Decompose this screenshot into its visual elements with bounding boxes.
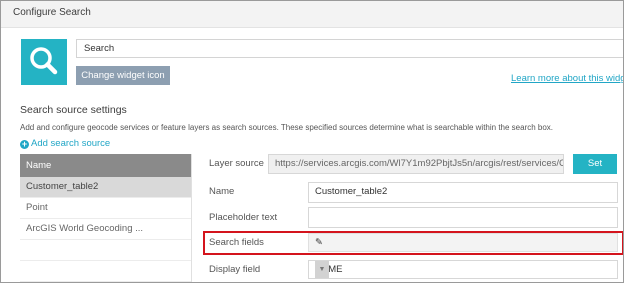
learn-more-link[interactable]: Learn more about this widget	[511, 73, 623, 84]
chevron-down-icon: ▼	[315, 261, 329, 278]
placeholder-text-label: Placeholder text	[209, 212, 278, 223]
add-search-source-label: Add search source	[31, 138, 111, 149]
configure-search-dialog: Configure Search Search Change widget ic…	[0, 0, 624, 283]
source-item-customer-table2[interactable]: Customer_table2	[20, 177, 191, 198]
search-source-list: Name Customer_table2 Point ArcGIS World …	[20, 154, 192, 282]
add-search-source-link[interactable]: + Add search source	[20, 138, 110, 149]
source-item-point[interactable]: Point	[20, 198, 191, 219]
list-item	[20, 261, 191, 282]
widget-name-value: Search	[84, 43, 115, 54]
name-value: Customer_table2	[315, 186, 388, 197]
display-field-label: Display field	[209, 264, 261, 275]
add-icon: +	[20, 139, 29, 149]
source-item-arcgis-world-geocoding[interactable]: ArcGIS World Geocoding ...	[20, 219, 191, 240]
list-item	[20, 240, 191, 261]
dialog-title: Configure Search	[13, 7, 91, 18]
title-bar: Configure Search	[1, 1, 623, 28]
layer-source-url: https://services.arcgis.com/Wl7Y1m92Pbjt…	[275, 158, 564, 169]
widget-name-input[interactable]: Search	[76, 39, 623, 58]
change-widget-icon-button[interactable]: Change widget icon	[76, 66, 170, 85]
set-button[interactable]: Set	[573, 154, 617, 174]
name-field[interactable]: Customer_table2	[308, 182, 618, 203]
section-title: Search source settings	[20, 104, 127, 116]
search-fields-highlight	[203, 231, 623, 255]
placeholder-text-field[interactable]	[308, 207, 618, 228]
layer-source-field[interactable]: https://services.arcgis.com/Wl7Y1m92Pbjt…	[268, 154, 564, 174]
widget-icon-tile[interactable]	[21, 39, 67, 85]
search-icon	[30, 47, 58, 75]
layer-source-label: Layer source	[209, 158, 264, 169]
display-field-dropdown[interactable]: NAME ▼	[308, 260, 618, 279]
section-description: Add and configure geocode services or fe…	[20, 123, 554, 132]
name-label: Name	[209, 186, 235, 197]
source-list-header: Name	[20, 154, 191, 177]
